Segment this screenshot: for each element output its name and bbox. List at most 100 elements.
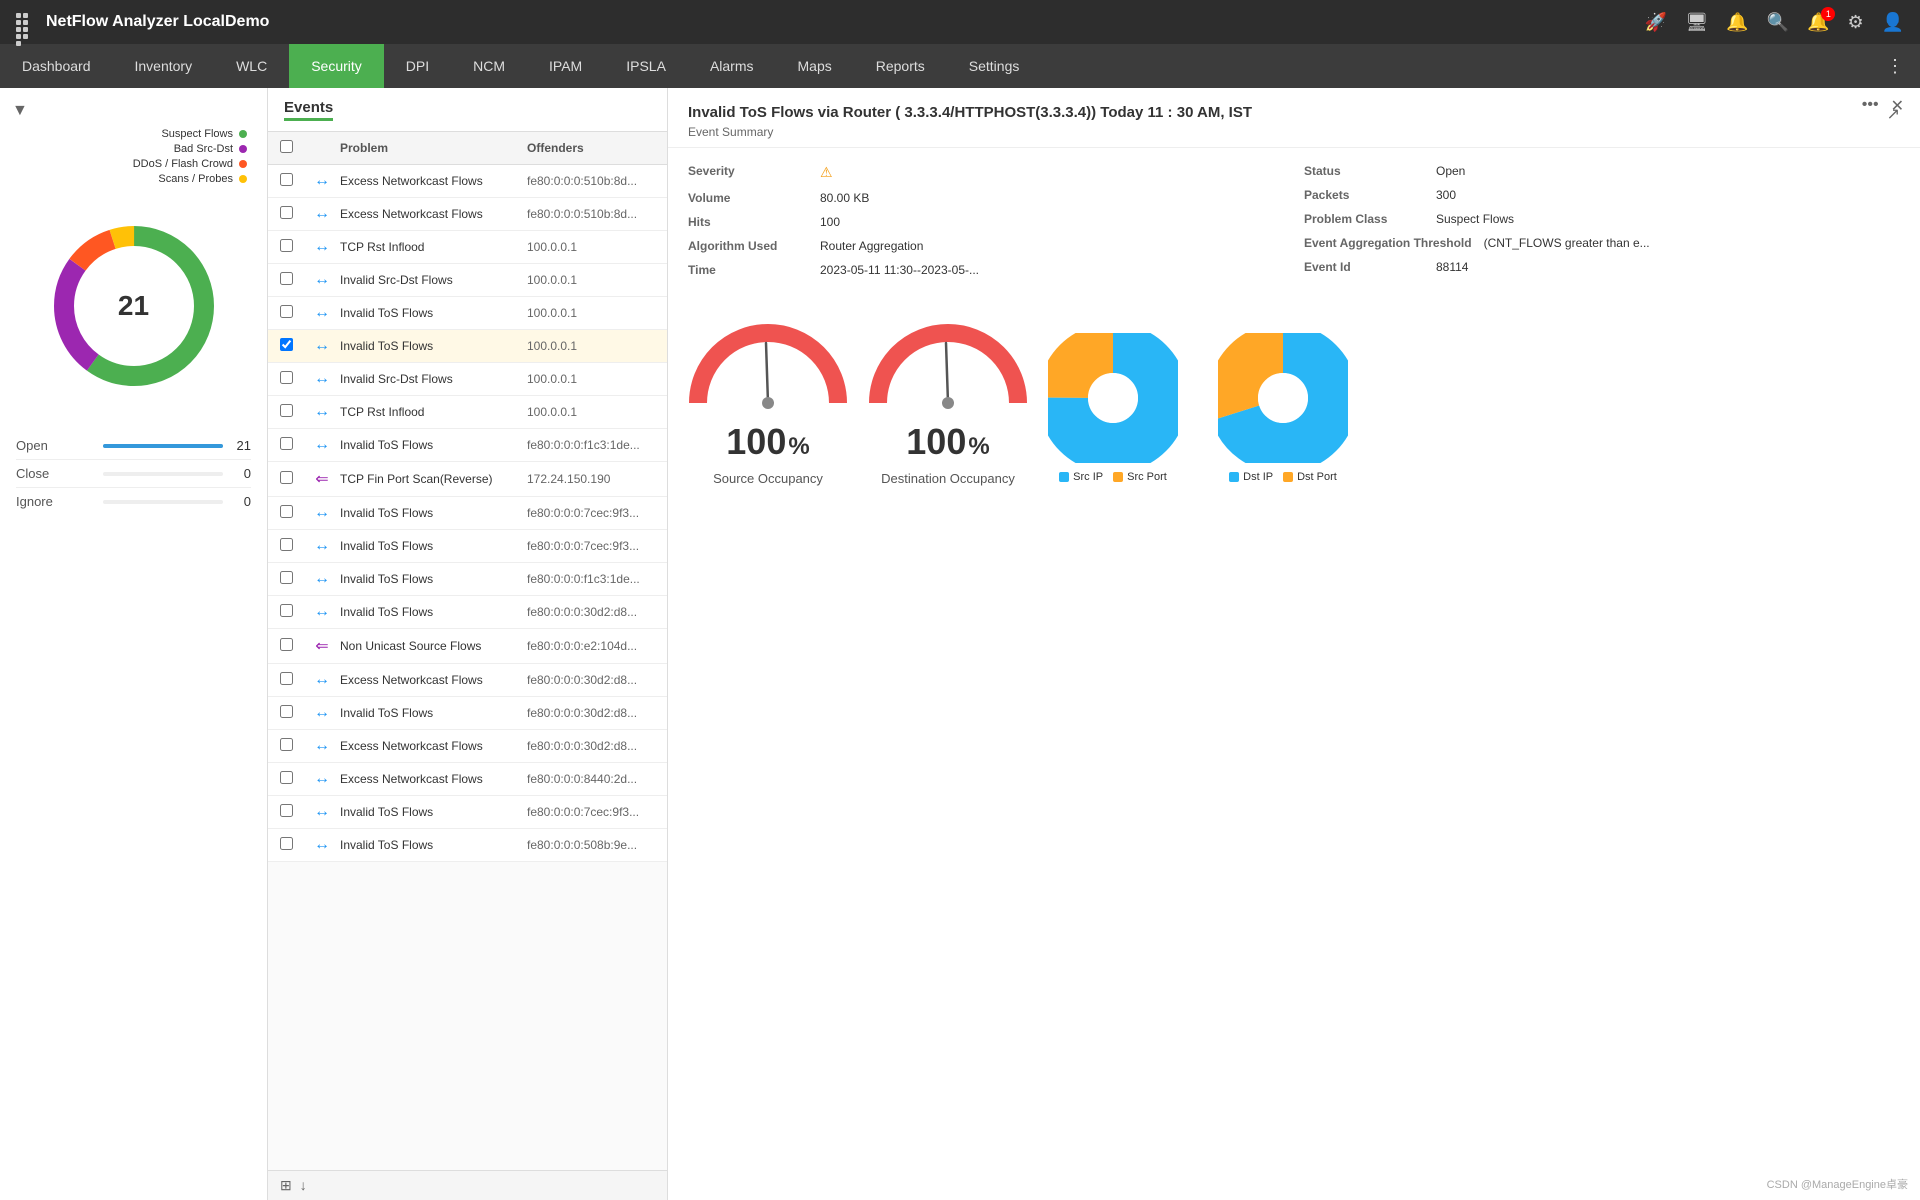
event-row[interactable]: ↔ Excess Networkcast Flows fe80:0:0:0:30… [268, 730, 667, 763]
event-checkbox-0[interactable] [280, 173, 293, 186]
events-table-header: Problem Offenders [268, 132, 667, 165]
event-check-11[interactable] [268, 538, 304, 554]
nav-more-button[interactable]: ⋮ [1870, 44, 1920, 88]
rocket-icon[interactable]: 🚀 [1645, 12, 1667, 33]
nav-item-dashboard[interactable]: Dashboard [0, 44, 113, 88]
nav-item-reports[interactable]: Reports [854, 44, 947, 88]
event-row[interactable]: ↔ Invalid ToS Flows fe80:0:0:0:30d2:d8..… [268, 596, 667, 629]
event-check-9[interactable] [268, 471, 304, 487]
event-checkbox-10[interactable] [280, 505, 293, 518]
check-all-checkbox[interactable] [280, 140, 293, 153]
event-check-17[interactable] [268, 738, 304, 754]
event-check-2[interactable] [268, 239, 304, 255]
user-icon[interactable]: 👤 [1882, 12, 1904, 33]
detail-fields: Severity ⚠ Volume 80.00 KB Hits 100 Algo… [668, 148, 1920, 303]
event-checkbox-11[interactable] [280, 538, 293, 551]
events-check-all[interactable] [268, 140, 304, 156]
event-check-5[interactable] [268, 338, 304, 354]
event-check-10[interactable] [268, 505, 304, 521]
event-type-icon: ↔ [314, 271, 330, 289]
event-checkbox-3[interactable] [280, 272, 293, 285]
nav-item-ipam[interactable]: IPAM [527, 44, 604, 88]
event-check-0[interactable] [268, 173, 304, 189]
notification-icon[interactable]: 🔔 1 [1807, 12, 1829, 33]
nav-item-inventory[interactable]: Inventory [113, 44, 215, 88]
ellipsis-menu[interactable]: ••• [1862, 96, 1879, 116]
field-event-id: Event Id 88114 [1304, 260, 1900, 274]
event-checkbox-12[interactable] [280, 571, 293, 584]
event-checkbox-4[interactable] [280, 305, 293, 318]
bell-alert-icon[interactable]: 🔔 [1726, 12, 1748, 33]
event-row[interactable]: ↔ Invalid ToS Flows fe80:0:0:0:508b:9e..… [268, 829, 667, 862]
event-checkbox-7[interactable] [280, 404, 293, 417]
event-check-20[interactable] [268, 837, 304, 853]
event-type-icon: ↔ [314, 603, 330, 621]
event-row[interactable]: ↔ Invalid ToS Flows fe80:0:0:0:f1c3:1de.… [268, 429, 667, 462]
event-checkbox-5[interactable] [280, 338, 293, 351]
nav-item-security[interactable]: Security [289, 44, 384, 88]
nav-item-maps[interactable]: Maps [776, 44, 854, 88]
event-check-13[interactable] [268, 604, 304, 620]
event-row[interactable]: ↔ Invalid Src-Dst Flows 100.0.0.1 [268, 363, 667, 396]
filter-icon[interactable]: ▼ [0, 98, 267, 128]
event-row[interactable]: ↔ Invalid ToS Flows fe80:0:0:0:7cec:9f3.… [268, 796, 667, 829]
event-checkbox-20[interactable] [280, 837, 293, 850]
monitor-icon[interactable]: 🖥 [1685, 12, 1708, 33]
export-icon[interactable]: ↓ [300, 1177, 307, 1194]
nav-item-settings[interactable]: Settings [947, 44, 1042, 88]
event-checkbox-13[interactable] [280, 604, 293, 617]
event-row[interactable]: ↔ Invalid ToS Flows fe80:0:0:0:f1c3:1de.… [268, 563, 667, 596]
event-check-12[interactable] [268, 571, 304, 587]
event-checkbox-17[interactable] [280, 738, 293, 751]
event-checkbox-8[interactable] [280, 437, 293, 450]
event-row[interactable]: ↔ Excess Networkcast Flows fe80:0:0:0:84… [268, 763, 667, 796]
event-checkbox-2[interactable] [280, 239, 293, 252]
event-row[interactable]: ↔ TCP Rst Inflood 100.0.0.1 [268, 231, 667, 264]
search-icon[interactable]: 🔍 [1767, 12, 1789, 33]
event-check-14[interactable] [268, 638, 304, 654]
event-checkbox-14[interactable] [280, 638, 293, 651]
status-close-label: Close [16, 466, 95, 481]
grid-menu-icon[interactable] [16, 13, 34, 31]
event-check-6[interactable] [268, 371, 304, 387]
event-row[interactable]: ↔ Invalid ToS Flows fe80:0:0:0:7cec:9f3.… [268, 497, 667, 530]
event-check-18[interactable] [268, 771, 304, 787]
nav-item-dpi[interactable]: DPI [384, 44, 451, 88]
event-row[interactable]: ↔ Excess Networkcast Flows fe80:0:0:0:51… [268, 165, 667, 198]
event-row[interactable]: ↔ Invalid ToS Flows 100.0.0.1 [268, 297, 667, 330]
settings-icon[interactable]: ⚙ [1847, 12, 1863, 33]
event-row[interactable]: ↔ TCP Rst Inflood 100.0.0.1 [268, 396, 667, 429]
event-checkbox-15[interactable] [280, 672, 293, 685]
event-checkbox-1[interactable] [280, 206, 293, 219]
event-check-16[interactable] [268, 705, 304, 721]
event-row[interactable]: ⇐ Non Unicast Source Flows fe80:0:0:0:e2… [268, 629, 667, 664]
nav-item-ipsla[interactable]: IPSLA [604, 44, 688, 88]
event-check-7[interactable] [268, 404, 304, 420]
close-panel-icon[interactable]: ✕ [1891, 96, 1904, 116]
event-check-15[interactable] [268, 672, 304, 688]
event-row[interactable]: ↔ Invalid Src-Dst Flows 100.0.0.1 [268, 264, 667, 297]
event-problem-17: Excess Networkcast Flows [340, 739, 527, 753]
table-icon[interactable]: ⊞ [280, 1177, 292, 1194]
event-row[interactable]: ↔ Invalid ToS Flows 100.0.0.1 [268, 330, 667, 363]
event-checkbox-16[interactable] [280, 705, 293, 718]
event-check-19[interactable] [268, 804, 304, 820]
event-row[interactable]: ↔ Invalid ToS Flows fe80:0:0:0:30d2:d8..… [268, 697, 667, 730]
nav-item-wlc[interactable]: WLC [214, 44, 289, 88]
nav-item-alarms[interactable]: Alarms [688, 44, 776, 88]
event-check-1[interactable] [268, 206, 304, 222]
event-check-4[interactable] [268, 305, 304, 321]
nav-item-ncm[interactable]: NCM [451, 44, 527, 88]
event-checkbox-18[interactable] [280, 771, 293, 784]
event-check-3[interactable] [268, 272, 304, 288]
event-checkbox-19[interactable] [280, 804, 293, 817]
event-row[interactable]: ↔ Excess Networkcast Flows fe80:0:0:0:30… [268, 664, 667, 697]
main-layout: ▼ Suspect Flows Bad Src-Dst DDoS / Flash… [0, 88, 1920, 1200]
donut-label-suspect: Suspect Flows [20, 128, 247, 140]
event-checkbox-9[interactable] [280, 471, 293, 484]
event-checkbox-6[interactable] [280, 371, 293, 384]
event-row[interactable]: ↔ Invalid ToS Flows fe80:0:0:0:7cec:9f3.… [268, 530, 667, 563]
event-row[interactable]: ↔ Excess Networkcast Flows fe80:0:0:0:51… [268, 198, 667, 231]
event-check-8[interactable] [268, 437, 304, 453]
event-row[interactable]: ⇐ TCP Fin Port Scan(Reverse) 172.24.150.… [268, 462, 667, 497]
